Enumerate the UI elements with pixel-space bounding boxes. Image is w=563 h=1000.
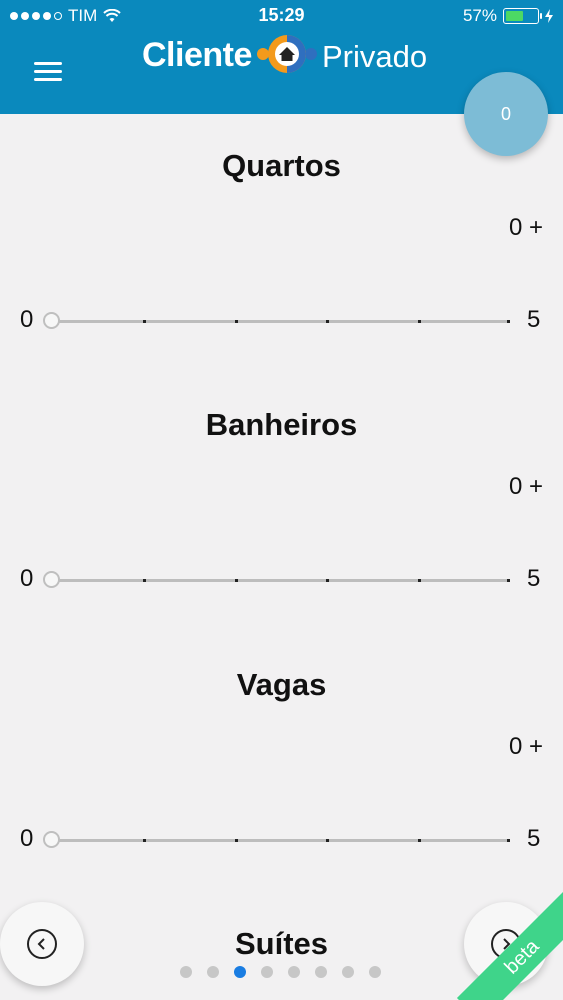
filter-value: 0 + <box>508 733 543 760</box>
page-dot[interactable] <box>315 966 327 978</box>
result-count-button[interactable]: 0 <box>464 72 548 156</box>
slider-tick <box>326 579 329 582</box>
slider-tick <box>235 320 238 323</box>
page-dot-active[interactable] <box>234 966 246 978</box>
page-dot[interactable] <box>369 966 381 978</box>
slider-min-label: 0 <box>20 565 34 592</box>
logo-word-cliente: Cliente <box>142 36 252 74</box>
slider-tick <box>418 579 421 582</box>
battery-percent: 57% <box>462 6 497 25</box>
slider-min-label: 0 <box>20 306 34 333</box>
slider-max-label: 5 <box>527 825 541 852</box>
slider-tick <box>326 320 329 323</box>
filter-quartos: Quartos 0 + 0 5 <box>0 148 563 408</box>
page-dot[interactable] <box>207 966 219 978</box>
slider-track[interactable] <box>52 320 510 323</box>
chevron-left-icon <box>27 929 57 959</box>
slider-thumb[interactable] <box>43 571 60 588</box>
slider-min-label: 0 <box>20 825 34 852</box>
page-dot[interactable] <box>261 966 273 978</box>
filter-title: Banheiros <box>205 407 358 442</box>
slider-max-label: 5 <box>527 565 541 592</box>
slider-tick <box>143 579 146 582</box>
previous-button[interactable] <box>0 902 84 986</box>
slider-tick <box>507 320 510 323</box>
filter-title: Quartos <box>222 148 341 183</box>
status-right: 57% <box>463 6 553 26</box>
slider-thumb[interactable] <box>43 312 60 329</box>
logo-word-privado: Privado <box>322 39 428 74</box>
filter-value: 0 + <box>508 214 543 241</box>
menu-button[interactable] <box>34 62 62 82</box>
slider-track[interactable] <box>52 839 510 842</box>
slider-thumb[interactable] <box>43 831 60 848</box>
filter-vagas: Vagas 0 + 0 5 <box>0 667 563 927</box>
filter-banheiros: Banheiros 0 + 0 5 <box>0 407 563 667</box>
slider-tick <box>418 320 421 323</box>
slider-tick <box>418 839 421 842</box>
page-dot[interactable] <box>180 966 192 978</box>
status-bar: TIM 15:29 57% <box>0 0 563 32</box>
charging-bolt-icon <box>545 9 553 23</box>
screen: TIM 15:29 57% Cliente Privado 0 Quartos … <box>0 0 563 1000</box>
page-indicator <box>180 966 381 978</box>
slider-tick <box>326 839 329 842</box>
slider-tick <box>507 839 510 842</box>
page-dot[interactable] <box>288 966 300 978</box>
slider-max-label: 5 <box>527 306 541 333</box>
filter-value: 0 + <box>508 473 543 500</box>
slider-tick <box>235 579 238 582</box>
slider-tick <box>235 839 238 842</box>
filter-title: Vagas <box>236 667 327 702</box>
slider-tick <box>143 320 146 323</box>
app-logo: Cliente Privado <box>140 32 430 82</box>
slider-tick <box>507 579 510 582</box>
slider-track[interactable] <box>52 579 510 582</box>
page-dot[interactable] <box>342 966 354 978</box>
slider-tick <box>143 839 146 842</box>
house-emblem-icon <box>257 35 317 73</box>
battery-icon <box>503 8 542 24</box>
